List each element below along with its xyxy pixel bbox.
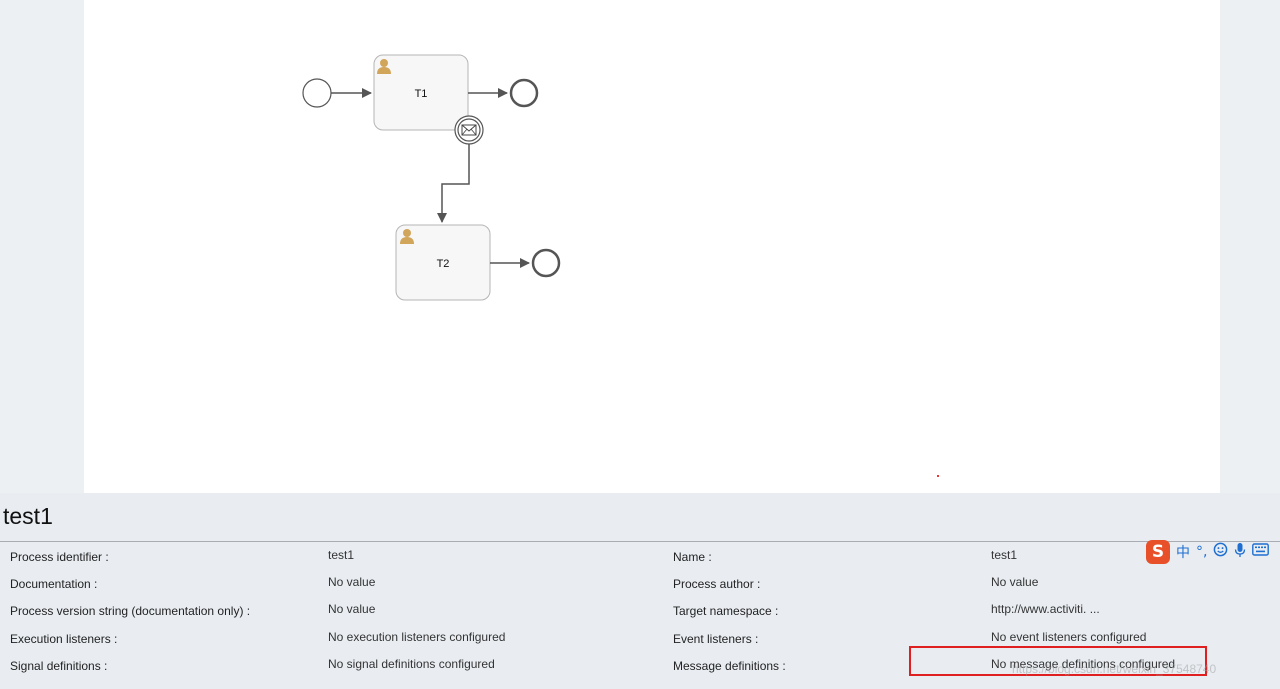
signal-definitions-label: Signal definitions : bbox=[10, 659, 108, 673]
microphone-icon[interactable] bbox=[1234, 542, 1246, 563]
smiley-icon[interactable] bbox=[1213, 542, 1228, 562]
ime-logo-icon[interactable]: S bbox=[1146, 540, 1170, 564]
message-definitions-label: Message definitions : bbox=[673, 659, 786, 673]
ime-punctuation-toggle[interactable]: °, bbox=[1196, 544, 1207, 560]
execution-listeners-label: Execution listeners : bbox=[10, 632, 118, 646]
boundary-message-event[interactable] bbox=[454, 115, 484, 145]
process-title: test1 bbox=[3, 503, 53, 529]
ime-mode-toggle[interactable]: 中 bbox=[1176, 542, 1190, 562]
event-listeners-label: Event listeners : bbox=[673, 632, 759, 646]
process-version-value[interactable]: No value bbox=[328, 602, 375, 616]
signal-definitions-value[interactable]: No signal definitions configured bbox=[328, 657, 495, 671]
process-identifier-value[interactable]: test1 bbox=[328, 548, 354, 562]
bpmn-diagram: T1 T2 bbox=[302, 54, 561, 301]
end-event-1[interactable] bbox=[509, 78, 539, 108]
documentation-label: Documentation : bbox=[10, 577, 98, 591]
ime-toolbar[interactable]: S 中 °, bbox=[1146, 539, 1280, 565]
watermark: https://blog.csdn.net/weixin_37548740 bbox=[1012, 662, 1217, 676]
stray-marker bbox=[937, 475, 939, 477]
documentation-value[interactable]: No value bbox=[328, 575, 375, 589]
target-namespace-label: Target namespace : bbox=[673, 604, 779, 618]
name-value[interactable]: test1 bbox=[991, 548, 1017, 562]
process-identifier-label: Process identifier : bbox=[10, 550, 109, 564]
start-event[interactable] bbox=[302, 78, 332, 108]
task-label-t2: T2 bbox=[437, 258, 450, 270]
sequence-flow-boundary-t2[interactable] bbox=[437, 144, 470, 223]
target-namespace-value[interactable]: http://www.activiti. ... bbox=[991, 602, 1100, 616]
process-version-label: Process version string (documentation on… bbox=[10, 604, 251, 618]
task-label-t1: T1 bbox=[415, 88, 428, 100]
process-author-value[interactable]: No value bbox=[991, 575, 1038, 589]
end-event-2[interactable] bbox=[531, 248, 561, 278]
keyboard-icon[interactable] bbox=[1252, 543, 1270, 561]
name-label: Name : bbox=[673, 550, 712, 564]
divider bbox=[0, 541, 1280, 542]
user-task-t1[interactable]: T1 bbox=[373, 54, 469, 131]
event-listeners-value[interactable]: No event listeners configured bbox=[991, 630, 1146, 644]
user-task-t2[interactable]: T2 bbox=[395, 224, 491, 301]
process-author-label: Process author : bbox=[673, 577, 761, 591]
execution-listeners-value[interactable]: No execution listeners configured bbox=[328, 630, 505, 644]
envelope-icon bbox=[461, 124, 477, 136]
